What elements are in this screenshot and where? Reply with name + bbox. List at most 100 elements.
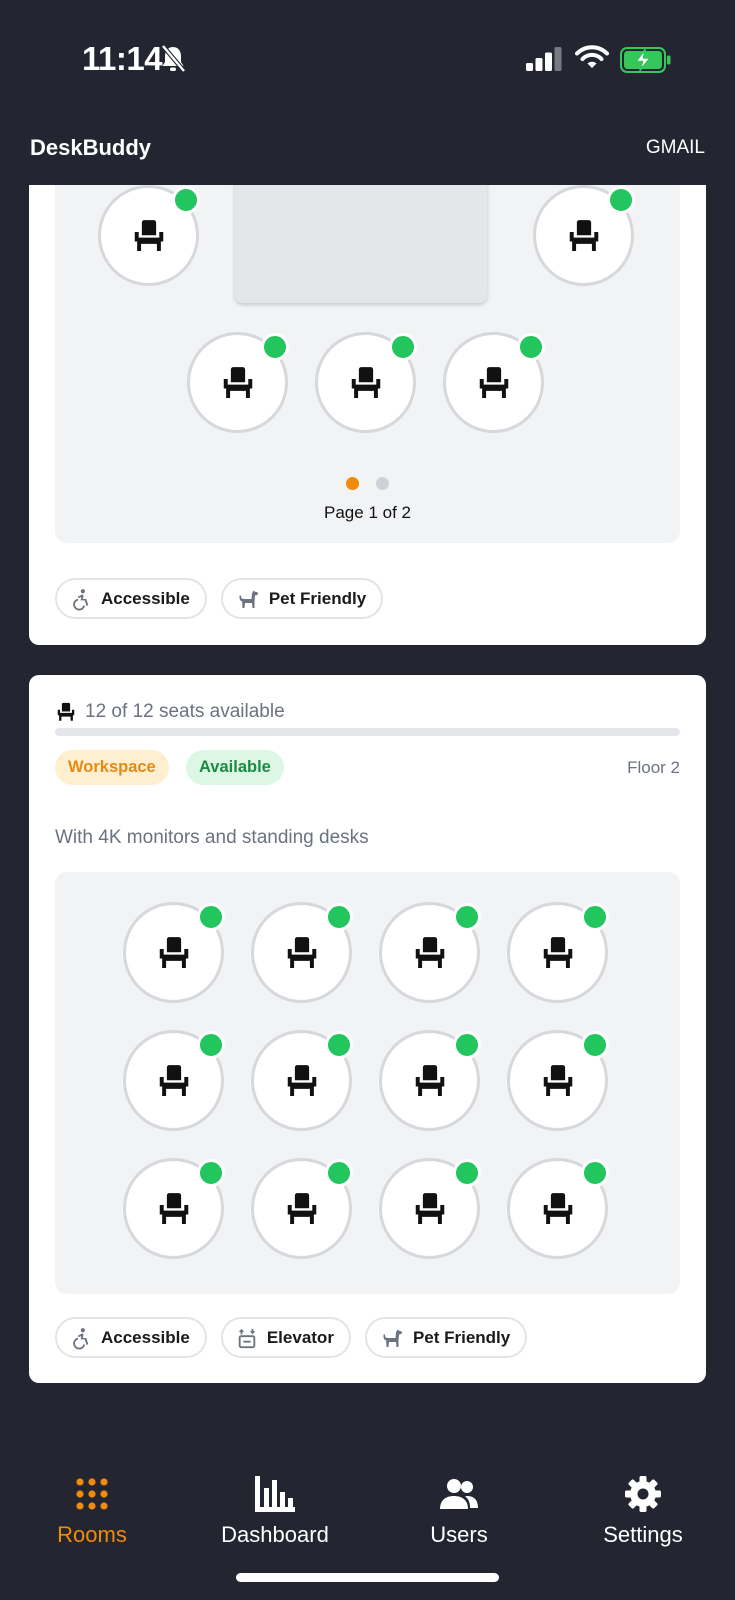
seat[interactable] — [507, 1158, 609, 1259]
status-bar: 11:14 — [0, 0, 735, 120]
tab-users[interactable]: Users — [367, 1470, 551, 1560]
seat-availability: 12 of 12 seats available — [55, 701, 285, 723]
seat[interactable] — [533, 185, 635, 286]
bar-chart-icon — [255, 1476, 295, 1512]
chair-icon — [159, 936, 188, 968]
page-indicator — [55, 477, 680, 495]
seat[interactable] — [315, 332, 417, 433]
accessible-icon — [73, 1327, 89, 1349]
amenity-list: Accessible Pet Friendly — [55, 578, 384, 619]
tab-dashboard[interactable]: Dashboard — [183, 1470, 367, 1560]
page-dot[interactable] — [375, 477, 389, 490]
chair-icon — [415, 1192, 444, 1224]
seat-availability-fill — [55, 728, 680, 736]
chair-icon — [287, 1064, 316, 1096]
seat-status-dot — [261, 333, 289, 361]
tab-rooms[interactable]: Rooms — [0, 1470, 184, 1560]
seat[interactable] — [507, 1030, 609, 1131]
gear-icon — [625, 1476, 661, 1512]
seat[interactable] — [123, 902, 225, 1003]
room-status-tag: Available — [186, 750, 284, 785]
amenity-label: Pet Friendly — [412, 1327, 511, 1347]
tab-label: Users — [430, 1522, 488, 1547]
seat[interactable] — [98, 185, 200, 286]
seat[interactable] — [251, 1030, 353, 1131]
page-label: Page 1 of 2 — [324, 503, 411, 522]
amenity-chip-pet-friendly[interactable]: Pet Friendly — [220, 578, 384, 619]
seat-status-dot — [581, 903, 609, 931]
signal-icon — [526, 47, 562, 71]
room-card: 12 of 12 seats available Workspace Avail… — [29, 675, 706, 1383]
seat-status-dot — [453, 1031, 481, 1059]
chair-icon — [287, 936, 316, 968]
seat-availability-bar — [55, 728, 680, 736]
amenity-chip-accessible[interactable]: Accessible — [55, 1317, 207, 1358]
room-description: With 4K monitors and standing desks — [55, 827, 369, 848]
seat-availability-text: 12 of 12 seats available — [85, 701, 285, 722]
amenity-label: Pet Friendly — [268, 588, 367, 608]
seat-status-dot — [197, 1159, 225, 1187]
seat-status-dot — [453, 903, 481, 931]
seat[interactable] — [251, 902, 353, 1003]
room-card: Page 1 of 2 Accessible Pet Friendly — [29, 185, 706, 645]
tab-settings[interactable]: Settings — [551, 1470, 735, 1560]
tab-label: Dashboard — [221, 1522, 329, 1547]
seat-status-dot — [172, 186, 200, 214]
accessible-icon — [73, 588, 89, 610]
seat[interactable] — [251, 1158, 353, 1259]
chair-icon — [159, 1064, 188, 1096]
amenity-label: Accessible — [101, 588, 190, 608]
chair-icon — [543, 1064, 572, 1096]
seat-status-dot — [325, 1031, 353, 1059]
seat-status-dot — [389, 333, 417, 361]
chair-icon — [479, 366, 508, 398]
seat[interactable] — [187, 332, 289, 433]
page-dot-active[interactable] — [346, 477, 360, 490]
seat[interactable] — [443, 332, 545, 433]
tab-label: Rooms — [57, 1522, 127, 1547]
amenity-chip-accessible[interactable]: Accessible — [55, 578, 207, 619]
account-label[interactable]: GMAIL — [646, 137, 705, 159]
chair-icon — [57, 702, 75, 721]
seat[interactable] — [379, 1158, 481, 1259]
seat[interactable] — [123, 1158, 225, 1259]
pet-icon — [239, 590, 258, 608]
chair-icon — [287, 1192, 316, 1224]
floor-label: Floor 2 — [627, 758, 680, 777]
chair-icon — [543, 936, 572, 968]
seat-status-dot — [325, 1159, 353, 1187]
tab-label: Settings — [603, 1522, 683, 1547]
chair-icon — [223, 366, 252, 398]
seat[interactable] — [379, 902, 481, 1003]
bell-slash-icon — [161, 44, 186, 73]
chair-icon — [415, 1064, 444, 1096]
chair-icon — [134, 219, 163, 251]
amenity-list: Accessible Elevator Pet Friendly — [55, 1317, 528, 1358]
room-type-tag: Workspace — [55, 750, 169, 785]
floor-plan: Page 1 of 2 — [55, 185, 680, 543]
seat-status-dot — [197, 1031, 225, 1059]
home-indicator — [236, 1573, 499, 1582]
seat[interactable] — [379, 1030, 481, 1131]
users-icon — [440, 1479, 478, 1509]
seat[interactable] — [123, 1030, 225, 1131]
amenity-chip-elevator[interactable]: Elevator — [220, 1317, 351, 1358]
seat-status-dot — [581, 1031, 609, 1059]
seat-status-dot — [453, 1159, 481, 1187]
grid-dots-icon — [76, 1478, 108, 1510]
meeting-table — [235, 185, 487, 303]
elevator-icon — [238, 1328, 256, 1348]
seat[interactable] — [507, 902, 609, 1003]
app-header: DeskBuddy GMAIL — [0, 125, 735, 185]
app-title: DeskBuddy — [30, 135, 152, 160]
amenity-label: Elevator — [266, 1327, 334, 1347]
seat-status-dot — [607, 186, 635, 214]
floor-plan — [55, 872, 680, 1294]
seat-status-dot — [197, 903, 225, 931]
pet-icon — [383, 1329, 402, 1347]
chair-icon — [569, 219, 598, 251]
amenity-chip-pet-friendly[interactable]: Pet Friendly — [364, 1317, 528, 1358]
chair-icon — [351, 366, 380, 398]
chair-icon — [159, 1192, 188, 1224]
chair-icon — [543, 1192, 572, 1224]
